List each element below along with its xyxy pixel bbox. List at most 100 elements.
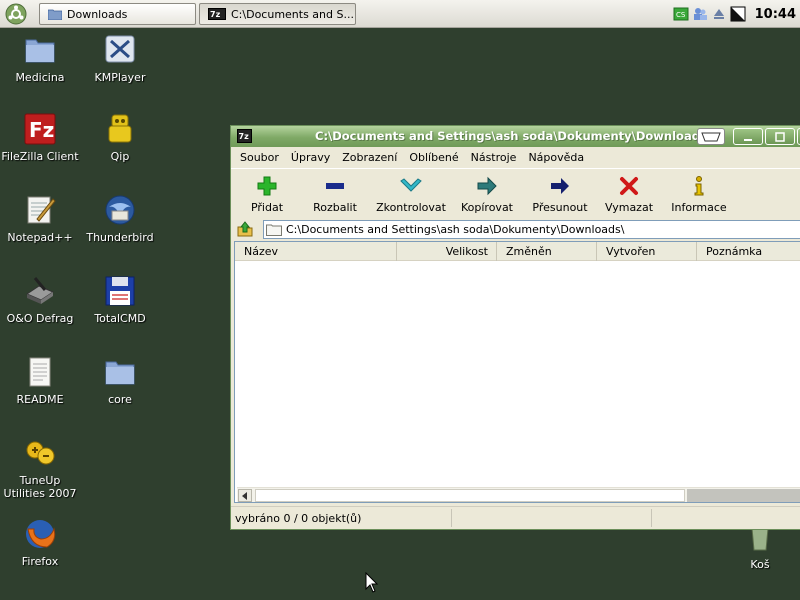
- svg-text:Fz: Fz: [29, 118, 54, 142]
- move-button[interactable]: Přesunout: [529, 169, 591, 216]
- desktop-icon-label: Qip: [110, 150, 130, 163]
- status-divider: [451, 509, 452, 527]
- status-bar: vybráno 0 / 0 objekt(ů): [231, 506, 800, 528]
- desktop-icon-label: Thunderbird: [86, 231, 154, 244]
- file-list[interactable]: Název Velikost Změněn Vytvořen Poznámka: [234, 241, 800, 503]
- status-divider: [651, 509, 652, 527]
- window-menu-button[interactable]: [697, 128, 725, 145]
- column-name[interactable]: Název: [235, 242, 397, 261]
- taskbar-item-7zip[interactable]: 7z C:\Documents and S...: [199, 3, 356, 25]
- desktop-icon-defrag[interactable]: O&O Defrag: [0, 274, 80, 325]
- desktop-icon-label: Medicina: [15, 71, 65, 84]
- window-titlebar[interactable]: 7z C:\Documents and Settings\ash soda\Do…: [231, 126, 800, 147]
- scroll-thumb[interactable]: [255, 489, 685, 502]
- tuneup-icon: [26, 441, 55, 465]
- taskbar-item-label: Downloads: [67, 7, 128, 21]
- tray-users-icon[interactable]: [692, 6, 708, 22]
- taskbar-item-downloads[interactable]: Downloads: [39, 3, 196, 25]
- folder-icon: [48, 9, 62, 20]
- desktop-icon-tuneup[interactable]: TuneUp Utilities 2007: [0, 436, 80, 500]
- desktop-icon-label: FileZilla Client: [1, 150, 79, 163]
- tray-network-icon[interactable]: CS: [673, 6, 689, 22]
- svg-text:7z: 7z: [239, 132, 250, 141]
- folder-icon: [266, 224, 282, 236]
- move-icon: [551, 178, 569, 194]
- desktop-icon-label: TotalCMD: [94, 312, 146, 325]
- tray-eject-icon[interactable]: [711, 6, 727, 22]
- folder-up-icon[interactable]: [237, 221, 253, 237]
- extract-icon: [326, 183, 344, 189]
- desktop-icon-label: O&O Defrag: [6, 312, 74, 325]
- desktop-icon-label: KMPlayer: [94, 71, 146, 84]
- tray-volume-icon[interactable]: [730, 6, 746, 22]
- system-tray: CS 10:44: [673, 4, 796, 24]
- horizontal-scrollbar[interactable]: [237, 487, 800, 502]
- taskbar-item-label: C:\Documents and S...: [231, 7, 354, 21]
- desktop-icon-label: TuneUp Utilities 2007: [3, 474, 77, 500]
- info-label: Informace: [671, 201, 727, 214]
- desktop-icon-qip[interactable]: Qip: [80, 112, 160, 163]
- mouse-cursor-icon: [365, 572, 379, 593]
- desktop-icon-thunderbird[interactable]: Thunderbird: [80, 193, 160, 244]
- desktop-icon-notepad[interactable]: Notepad++: [0, 193, 80, 244]
- qip-icon: [108, 114, 132, 143]
- menu-bar: Soubor Úpravy Zobrazení Oblíbené Nástroj…: [231, 147, 800, 167]
- delete-label: Vymazat: [604, 201, 654, 214]
- desktop-icon-label: Notepad++: [7, 231, 73, 244]
- address-text: C:\Documents and Settings\ash soda\Dokum…: [286, 223, 625, 236]
- desktop-icon-readme[interactable]: README: [0, 355, 80, 406]
- menu-napoveda[interactable]: Nápověda: [522, 151, 590, 164]
- desktop-icon-firefox[interactable]: Firefox: [0, 517, 80, 568]
- test-icon: [400, 178, 422, 192]
- column-comment[interactable]: Poznámka: [697, 242, 800, 261]
- filezilla-icon: Fz: [24, 113, 56, 145]
- menu-nastroje[interactable]: Nástroje: [465, 151, 523, 164]
- column-created[interactable]: Vytvořen: [597, 242, 697, 261]
- column-modified[interactable]: Změněn: [497, 242, 597, 261]
- svg-text:7z: 7z: [210, 10, 221, 19]
- delete-button[interactable]: Vymazat: [591, 169, 667, 216]
- column-header-row: Název Velikost Změněn Vytvořen Poznámka: [235, 242, 800, 261]
- column-size[interactable]: Velikost: [397, 242, 497, 261]
- desktop-icon-label: README: [16, 393, 64, 406]
- desktop-icon-medicina[interactable]: Medicina: [0, 33, 80, 84]
- floppy-icon: [105, 276, 135, 306]
- test-button[interactable]: Zkontrolovat: [376, 169, 446, 216]
- info-icon: [694, 176, 704, 196]
- menu-oblibene[interactable]: Oblíbené: [403, 151, 464, 164]
- notepad-icon: [27, 196, 56, 224]
- copy-icon: [477, 176, 497, 196]
- extract-button[interactable]: Rozbalit: [293, 169, 377, 216]
- desktop-icon-kmplayer[interactable]: KMPlayer: [80, 33, 160, 84]
- firefox-icon: [26, 520, 56, 548]
- info-button[interactable]: Informace: [667, 169, 731, 216]
- defrag-icon: [25, 277, 55, 304]
- toolbar: Přidat Rozbalit Zkontrolovat Kopírovat P…: [231, 168, 800, 216]
- sevenzip-icon: 7z: [208, 8, 226, 20]
- menu-soubor[interactable]: Soubor: [234, 151, 285, 164]
- thunderbird-icon: [105, 195, 135, 225]
- address-input[interactable]: C:\Documents and Settings\ash soda\Dokum…: [263, 220, 800, 239]
- delete-icon: [620, 177, 638, 195]
- start-menu-icon[interactable]: [5, 3, 27, 25]
- menu-upravy[interactable]: Úpravy: [285, 151, 336, 164]
- minimize-button[interactable]: [733, 128, 763, 145]
- folder-icon: [25, 39, 55, 63]
- copy-button[interactable]: Kopírovat: [445, 169, 529, 216]
- scroll-track[interactable]: [687, 489, 800, 502]
- desktop-icon-label: core: [108, 393, 132, 406]
- menu-zobrazeni[interactable]: Zobrazení: [336, 151, 403, 164]
- clock[interactable]: 10:44: [755, 7, 796, 22]
- desktop-icon-core[interactable]: core: [80, 355, 160, 406]
- desktop-icon-label: Koš: [750, 558, 770, 571]
- scroll-left-button[interactable]: [238, 489, 252, 502]
- window-shade-icon: [701, 132, 721, 141]
- desktop-icon-filezilla[interactable]: Fz FileZilla Client: [0, 112, 80, 163]
- desktop-icon-totalcmd[interactable]: TotalCMD: [80, 274, 160, 325]
- folder-icon: [105, 361, 135, 385]
- maximize-button[interactable]: [765, 128, 795, 145]
- extract-label: Rozbalit: [313, 201, 357, 214]
- add-button[interactable]: Přidat: [241, 169, 293, 216]
- svg-text:CS: CS: [676, 11, 686, 19]
- add-label: Přidat: [250, 201, 284, 214]
